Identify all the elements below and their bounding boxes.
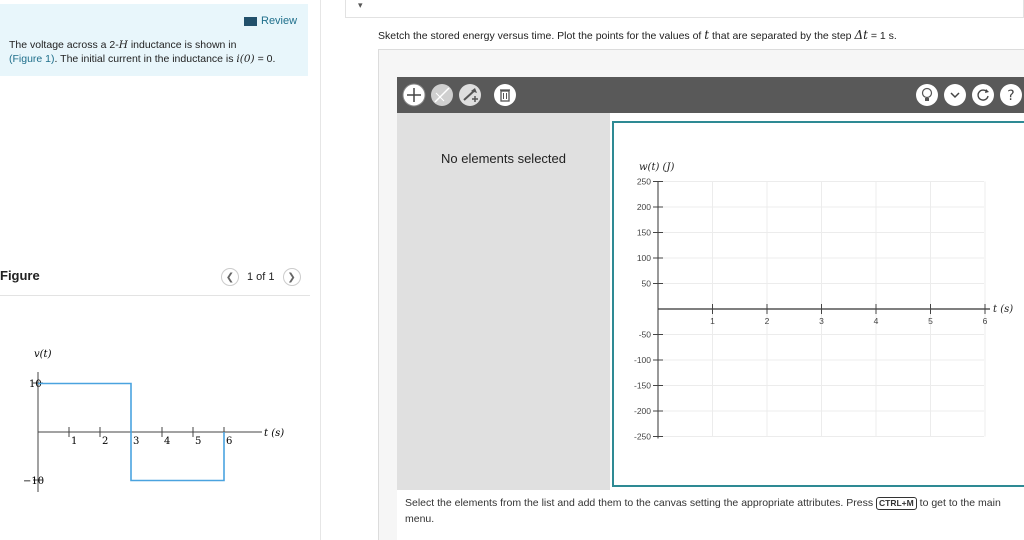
graph-ytick-label: -150 [634,381,651,391]
problem-text-part: inductance is shown in [127,39,237,51]
graph-ytick-label: -50 [639,330,652,340]
graph-axes [657,181,990,439]
figure-ytick-label: 10 [29,379,42,390]
problem-text-part: = 0. [254,53,276,65]
review-label: Review [261,15,298,27]
help-icon[interactable]: ? [999,83,1023,107]
figure-pager: ❮ 1 of 1 ❯ [221,268,301,286]
graph-ytick-label: -100 [634,355,651,365]
problem-text: The voltage across a 2-H inductance is s… [9,38,305,66]
review-link[interactable]: Review [244,15,297,27]
elements-panel [397,113,610,490]
line-tool-icon[interactable] [430,83,454,107]
pager-label: 1 of 1 [247,271,275,283]
problem-text-part: The voltage across a 2- [9,39,119,51]
chevron-down-icon[interactable]: ▾ [358,0,363,11]
left-pane: Review The voltage across a 2-H inductan… [0,0,320,540]
instruction-text: that are separated by the step [709,30,855,42]
graph-ytick-label: 150 [637,228,651,238]
part-instruction: Sketch the stored energy versus time. Pl… [378,28,897,42]
help-text-part: Select the elements from the list and ad… [405,497,877,509]
reset-icon[interactable] [971,83,995,107]
figure-xtick-label: 3 [133,436,139,447]
graph-xtick-label: 4 [874,316,879,326]
problem-text-part: . The initial current in the inductance … [54,53,237,65]
graph-ytick-label: -200 [634,406,651,416]
math-symbol: H [118,39,128,51]
chevron-down-icon[interactable] [943,83,967,107]
app-root: Review The voltage across a 2-H inductan… [0,0,1024,540]
instruction-text: Sketch the stored energy versus time. Pl… [378,30,705,42]
figure-x-ticks: 1 2 3 4 5 6 [68,427,232,447]
figure-xtick-label: 4 [164,436,170,447]
graph-xtick-label: 2 [765,316,770,326]
shortcut-key: CTRL+M [876,497,917,510]
graph-ytick-label: 200 [637,202,651,212]
book-icon [244,16,257,26]
figure-ytick-label: −10 [23,476,44,487]
chevron-right-icon[interactable]: ❯ [282,268,301,286]
figure-heading: Figure [0,268,40,283]
figure-xtick-label: 5 [195,436,201,447]
voltage-figure: v(t) 10 −10 t (s) 1 2 3 4 5 6 [23,349,284,492]
energy-graph[interactable]: 25020015010050-50-100-150-200-2501 2 3 4 5 6 … [612,121,1024,487]
graph-xtick-label: 3 [819,316,824,326]
math-symbol: Δt [854,28,868,42]
part-header-strip: ▾ [345,0,1024,18]
graph-xtick-label: 6 [983,316,988,326]
figure-link[interactable]: (Figure 1) [9,53,55,65]
divider [0,295,310,296]
add-vector-icon[interactable] [458,83,482,107]
figure-xtick-label: 1 [71,436,77,447]
figure-xlabel: t (s) [264,428,284,439]
math-symbol: i(0) [236,53,255,65]
graph-ytick-label: 50 [642,279,652,289]
delete-icon[interactable] [493,83,517,107]
graph-toolbar: ? [397,77,1024,113]
figure-xtick-label: 2 [102,436,108,447]
figure-xtick-label: 6 [226,436,232,447]
graph-xlabel: t (s) [993,304,1013,315]
figure-ylabel: v(t) [34,349,52,360]
graph-ytick-label: 250 [637,177,651,187]
graph-xtick-label: 1 [710,316,715,326]
svg-text:?: ? [1007,88,1014,104]
hint-bulb-icon[interactable] [915,83,939,107]
no-elements-text: No elements selected [440,151,566,166]
pane-divider [320,0,321,540]
graph-ytick-label: 100 [637,253,651,263]
chevron-left-icon[interactable]: ❮ [221,268,239,286]
instruction-text: = 1 s. [867,30,897,42]
graph-ytick-label: -250 [634,432,651,442]
help-text: Select the elements from the list and ad… [405,495,1024,527]
graph-xtick-label: 5 [928,316,933,326]
plus-icon[interactable] [402,83,426,107]
graph-ylabel: w(t) (J) [639,162,674,173]
